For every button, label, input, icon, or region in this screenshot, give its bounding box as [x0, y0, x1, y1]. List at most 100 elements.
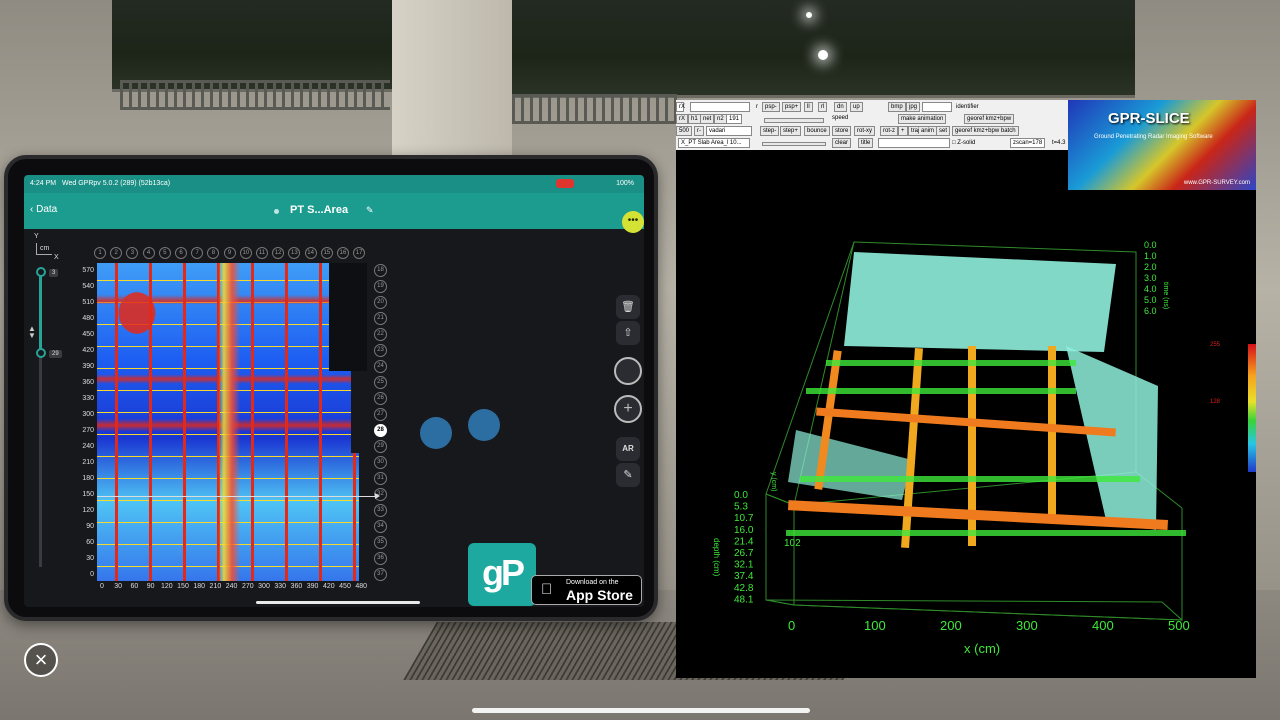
y-tick-label: 330: [82, 395, 94, 402]
axis-unit-label: cm: [40, 245, 50, 252]
row-marker[interactable]: 21: [374, 312, 387, 325]
depth-slider-top-value: 3: [49, 269, 59, 277]
row-marker[interactable]: 31: [374, 472, 387, 485]
close-button[interactable]: ×: [24, 643, 58, 677]
column-marker[interactable]: 5: [158, 247, 171, 259]
row-marker[interactable]: 37: [374, 568, 387, 581]
time-axis-label: time (ns): [1162, 282, 1169, 309]
y-tick-label: 0: [90, 571, 94, 578]
column-marker[interactable]: 15: [320, 247, 333, 259]
depth-tick-label: 10.7: [734, 513, 754, 524]
time-tick-label: 1.0: [1144, 251, 1157, 261]
time-tick-label: 2.0: [1144, 262, 1157, 272]
row-marker-active[interactable]: 28: [374, 424, 387, 437]
row-marker[interactable]: 36: [374, 552, 387, 565]
y-tick-label: 420: [82, 347, 94, 354]
gpr-slice-window: rX r identifier speed make animation geo…: [676, 100, 1256, 678]
annotate-button[interactable]: ✎: [616, 463, 640, 487]
row-marker[interactable]: 33: [374, 504, 387, 517]
column-marker[interactable]: 14: [304, 247, 317, 259]
edit-title-icon[interactable]: ✎: [366, 205, 374, 216]
depth-drag-arrows-icon: ▲ ▼: [28, 324, 36, 340]
y-tick-label: 510: [82, 299, 94, 306]
y-tick-label: 240: [82, 443, 94, 450]
page-title: PT S...Area: [290, 204, 349, 216]
background-pillar: [392, 0, 512, 160]
ar-marker-point[interactable]: [468, 409, 500, 441]
x-axis-label: x (cm): [964, 641, 1000, 656]
row-marker[interactable]: 19: [374, 280, 387, 293]
add-point-button[interactable]: +: [614, 395, 642, 423]
column-marker[interactable]: 16: [337, 247, 349, 259]
capture-button[interactable]: [614, 357, 642, 385]
y-tick-label: 120: [82, 507, 94, 514]
trash-button[interactable]: 🗑: [616, 295, 640, 319]
row-marker[interactable]: 34: [374, 520, 387, 533]
recording-indicator: [556, 179, 574, 188]
column-marker[interactable]: 4: [142, 247, 155, 259]
column-marker[interactable]: 3: [126, 247, 139, 259]
column-marker[interactable]: 1: [94, 247, 106, 259]
column-marker[interactable]: 13: [288, 247, 301, 259]
row-marker[interactable]: 24: [374, 360, 387, 373]
gpr-3d-volume-plot[interactable]: 0.01.02.03.04.05.06.0time (ns)0.05.310.7…: [676, 100, 1256, 678]
column-marker[interactable]: 7: [191, 247, 204, 259]
column-marker[interactable]: 17: [353, 247, 366, 259]
app-store-badge[interactable]:  Download on the App Store: [531, 575, 642, 605]
y-axis-label: y (cm): [770, 472, 777, 491]
depth-tick-label: 0.0: [734, 490, 748, 501]
y-tick-label: 30: [86, 555, 94, 562]
ipad-home-indicator: [256, 601, 420, 604]
row-marker[interactable]: 22: [374, 328, 387, 341]
x-tick-label: 200: [940, 618, 962, 633]
y-tick-label: 360: [82, 379, 94, 386]
row-marker[interactable]: 25: [374, 376, 387, 389]
x-tick-label: 0: [788, 618, 795, 633]
y-tick-label: 102: [784, 538, 801, 549]
y-tick-label: 450: [82, 331, 94, 338]
row-cursor-line[interactable]: [97, 496, 377, 497]
ar-marker-point[interactable]: [420, 417, 452, 449]
column-marker[interactable]: 12: [272, 247, 285, 259]
color-scale-max: 255: [1210, 342, 1221, 348]
depth-tick-label: 26.7: [734, 548, 754, 559]
y-tick-label: 180: [82, 475, 94, 482]
axis-x-label: X: [54, 254, 59, 261]
column-marker[interactable]: 10: [239, 247, 252, 259]
time-tick-label: 0.0: [1144, 240, 1157, 250]
row-marker[interactable]: 20: [374, 296, 387, 309]
row-marker[interactable]: 30: [374, 456, 387, 469]
row-marker[interactable]: 26: [374, 392, 387, 405]
y-tick-label: 90: [86, 523, 94, 530]
depth-tick-label: 37.4: [734, 571, 754, 582]
y-tick-label: 150: [82, 491, 94, 498]
depth-tick-label: 5.3: [734, 502, 748, 513]
depth-slider-top-handle[interactable]: [36, 267, 46, 277]
column-marker[interactable]: 8: [207, 247, 220, 259]
row-marker[interactable]: 18: [374, 264, 387, 277]
gpr-depth-slice-heatmap[interactable]: [97, 263, 367, 581]
status-app-version: Wed GPRpv 5.0.2 (289) (52b13ca): [62, 180, 171, 187]
column-marker[interactable]: 2: [110, 247, 123, 259]
row-marker[interactable]: 27: [374, 408, 387, 421]
row-marker[interactable]: 29: [374, 440, 387, 453]
ar-mode-button[interactable]: AR: [616, 437, 640, 461]
ipad-device: 4:24 PM Wed GPRpv 5.0.2 (289) (52b13ca) …: [4, 155, 658, 621]
status-time: 4:24 PM: [30, 180, 57, 187]
column-marker[interactable]: 11: [256, 247, 268, 259]
heatmap-unscanned-area: [351, 371, 367, 453]
row-marker[interactable]: 35: [374, 536, 387, 549]
share-button[interactable]: ⇧: [616, 321, 640, 345]
y-tick-label: 60: [86, 539, 94, 546]
depth-slider-bottom-handle[interactable]: [36, 348, 46, 358]
y-tick-label: 300: [82, 411, 94, 418]
column-marker[interactable]: 6: [175, 247, 187, 259]
nav-bar: ‹ Data PT S...Area ✎: [24, 193, 644, 229]
y-tick-label: 480: [82, 315, 94, 322]
more-options-button[interactable]: •••: [622, 211, 644, 233]
back-button[interactable]: ‹ Data: [30, 204, 57, 215]
row-marker[interactable]: 23: [374, 344, 387, 357]
column-marker[interactable]: 9: [223, 247, 236, 259]
sync-dot-icon: [274, 209, 279, 214]
row-cursor-arrow-icon: [375, 493, 380, 499]
